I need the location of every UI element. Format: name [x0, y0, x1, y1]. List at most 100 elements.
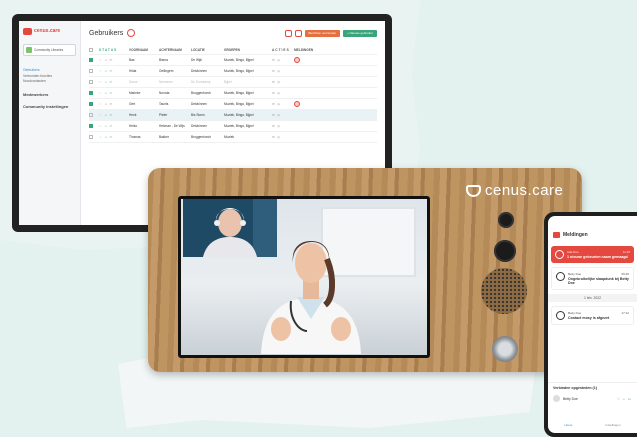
row-actions-icon[interactable]: ▭ ▷	[272, 69, 294, 73]
row-checkbox[interactable]	[89, 102, 99, 106]
row-checkbox[interactable]	[89, 124, 99, 128]
sidebar-item[interactable]: Noodcontacten	[23, 79, 76, 85]
elderly-person-video	[183, 199, 277, 257]
send-message-button[interactable]: Berichten verzenden	[304, 29, 341, 37]
date-separator: 1 feb. 2022	[548, 294, 637, 302]
notification-user: Betty Doe	[568, 272, 582, 276]
row-actions-icon[interactable]: ▭ ▷	[272, 135, 294, 139]
row-actions-icon[interactable]: ▭ ▷	[272, 91, 294, 95]
status-icons: ♡ ⌂ ▭	[99, 58, 114, 62]
cell-groepen: Muziek, Bingo, Bijpel	[224, 113, 254, 117]
notification-item[interactable]: Ada Doe 11:28 1 nieuwe gebeurten naam gema…	[551, 246, 634, 263]
row-checkbox[interactable]	[89, 113, 99, 117]
phone-screen: Meldingen Ada Doe 11:28 1 nieuwe gebeurten…	[548, 216, 637, 433]
row-actions-icon[interactable]: ▭ ▷	[272, 113, 294, 117]
notification-meta: Betty Doe 09:30	[568, 272, 629, 276]
picture-in-picture-video	[183, 199, 277, 257]
cell-groepen: Muziek, Bingo, Bijpel	[224, 124, 254, 128]
approval-actions-icon[interactable]: ♡ ⌂ ▭	[617, 397, 632, 401]
select-all-checkbox[interactable]	[89, 48, 99, 52]
cell-achternaam: Pieter	[159, 113, 168, 117]
filter-icon[interactable]	[294, 29, 302, 37]
new-user-button[interactable]: + Nieuwe gebruiker	[343, 29, 377, 37]
row-actions-icon[interactable]: ▭ ▷	[272, 58, 294, 62]
table-row[interactable]: ♡ ⌂ ▭ Thomas Bakker Bruggenborch Muziek ▭ ▷	[89, 132, 377, 143]
table-row[interactable]: ♡ ⌂ ▭ Hilda Gellingem Detzkinnen Muziek, Bin…	[89, 66, 377, 77]
notification-meta: Betty Doe 17:12	[568, 311, 629, 315]
row-checkbox[interactable]	[89, 135, 99, 139]
row-checkbox[interactable]	[89, 91, 99, 95]
cell-voornaam: Henk	[129, 113, 137, 117]
approval-item[interactable]: Betty Doe ♡ ⌂ ▭	[553, 395, 632, 402]
notification-body: Betty Doe 17:12 Contact mosy is afgezet	[568, 311, 629, 320]
logo: cenus.care	[23, 26, 76, 36]
meldingen-cell	[294, 57, 314, 63]
cell-locatie: Bruggenborch	[191, 91, 212, 95]
cell-locatie: De Dorskamp	[191, 80, 211, 84]
alert-icon	[556, 272, 565, 281]
table-row[interactable]: ♡ ⌂ ▭ Henk Pieter Bis Storm Muziek, Bingo, B…	[89, 110, 377, 121]
page-title: Gebruikers	[89, 29, 124, 37]
notification-time: 11:28	[622, 250, 630, 254]
row-actions-icon[interactable]: ▭ ▷	[272, 102, 294, 106]
call-button[interactable]	[492, 336, 518, 362]
row-checkbox[interactable]	[89, 58, 99, 62]
table-row[interactable]: ♡ ⌂ ▭ Heiko Hekman - De Wijs Detzkinnen Muzi…	[89, 121, 377, 132]
col-locatie[interactable]: LOCATIE	[191, 48, 224, 52]
wooden-video-device: cenus.care	[148, 168, 582, 372]
cell-groepen: Bijpel	[224, 80, 232, 84]
alert-badge-icon[interactable]	[294, 101, 300, 107]
cell-groepen: Muziek	[224, 135, 235, 139]
cell-voornaam: Marieke	[129, 91, 141, 95]
sidebar-item-medewerkers[interactable]: Medewerkers	[23, 92, 76, 97]
col-groepen[interactable]: GROEPEN	[224, 48, 272, 52]
sidebar-item-instellingen[interactable]: Community instellingen	[23, 104, 76, 109]
cell-locatie: De Wijk	[191, 58, 202, 62]
notification-item[interactable]: Betty Doe 09:30 Ongebruikelijke slaapdunk …	[551, 267, 634, 290]
device-brand-text: cenus.care	[485, 182, 564, 199]
row-checkbox[interactable]	[89, 80, 99, 84]
notification-item[interactable]: Betty Doe 17:12 Contact mosy is afgezet	[551, 306, 634, 325]
status-icons: ♡ ⌂ ▭	[99, 69, 114, 73]
notification-message: Contact mosy is afgezet	[568, 316, 610, 320]
notification-time: 17:12	[621, 311, 629, 315]
cell-locatie: Bis Storm	[191, 113, 205, 117]
row-actions-icon[interactable]: ▭ ▷	[272, 80, 294, 84]
row-actions-icon[interactable]: ▭ ▷	[272, 124, 294, 128]
nav-home[interactable]: Home	[564, 423, 572, 427]
alerts-list-older: Betty Doe 17:12 Contact mosy is afgezet	[548, 306, 637, 325]
camera-lens-icon	[498, 212, 514, 228]
alert-badge-icon[interactable]	[294, 57, 300, 63]
nav-settings[interactable]: Instellingen	[605, 423, 620, 427]
col-voornaam[interactable]: VOORNAAM	[129, 48, 159, 52]
speaker-grille	[481, 268, 527, 314]
cell-locatie: Detzkinnen	[191, 124, 207, 128]
avatar	[553, 395, 560, 402]
cell-locatie: Detzkinnen	[191, 69, 207, 73]
search-icon[interactable]	[284, 29, 292, 37]
table-row[interactable]: ♡ ⌂ ▭ Marieke Noorda Bruggenborch Muziek, Bi…	[89, 88, 377, 99]
video-call-screen	[178, 196, 430, 358]
col-meldingen[interactable]: MELDINGEN	[294, 48, 314, 52]
library-select[interactable]: Community Libraries	[23, 44, 76, 56]
row-checkbox[interactable]	[89, 69, 99, 73]
device-brand: cenus.care	[466, 182, 563, 199]
table-row[interactable]: ♡ ⌂ ▭ Dorus Nnmenen De Dorskamp Bijpel ▭ ▷	[89, 77, 377, 88]
heart-logo-icon	[466, 184, 481, 197]
table-row[interactable]: ♡ ⌂ ▭ Gert Taunts Detzkinnen Muziek, Bingo, …	[89, 99, 377, 110]
cell-voornaam: Hilda	[129, 69, 137, 73]
alert-icon	[555, 250, 564, 259]
status-icons: ♡ ⌂ ▭	[99, 102, 114, 106]
status-icons: ♡ ⌂ ▭	[99, 113, 114, 117]
col-achternaam[interactable]: ACHTERNAAM	[159, 48, 191, 52]
cell-locatie: Detzkinnen	[191, 102, 207, 106]
heart-logo-icon	[553, 232, 560, 238]
library-select-label: Community Libraries	[34, 48, 64, 52]
col-status[interactable]: STATUS	[99, 48, 129, 52]
logo-text: cenus.care	[34, 28, 61, 34]
cell-achternaam: Hekman - De Wijs	[159, 124, 185, 128]
cell-locatie: Bruggenborch	[191, 135, 212, 139]
table-row[interactable]: ♡ ⌂ ▭ Bas Bisma De Wijk Muziek, Bingo, Bijpe…	[89, 55, 377, 66]
phone-title: Meldingen	[563, 232, 588, 238]
notification-bell-icon[interactable]	[127, 29, 136, 37]
